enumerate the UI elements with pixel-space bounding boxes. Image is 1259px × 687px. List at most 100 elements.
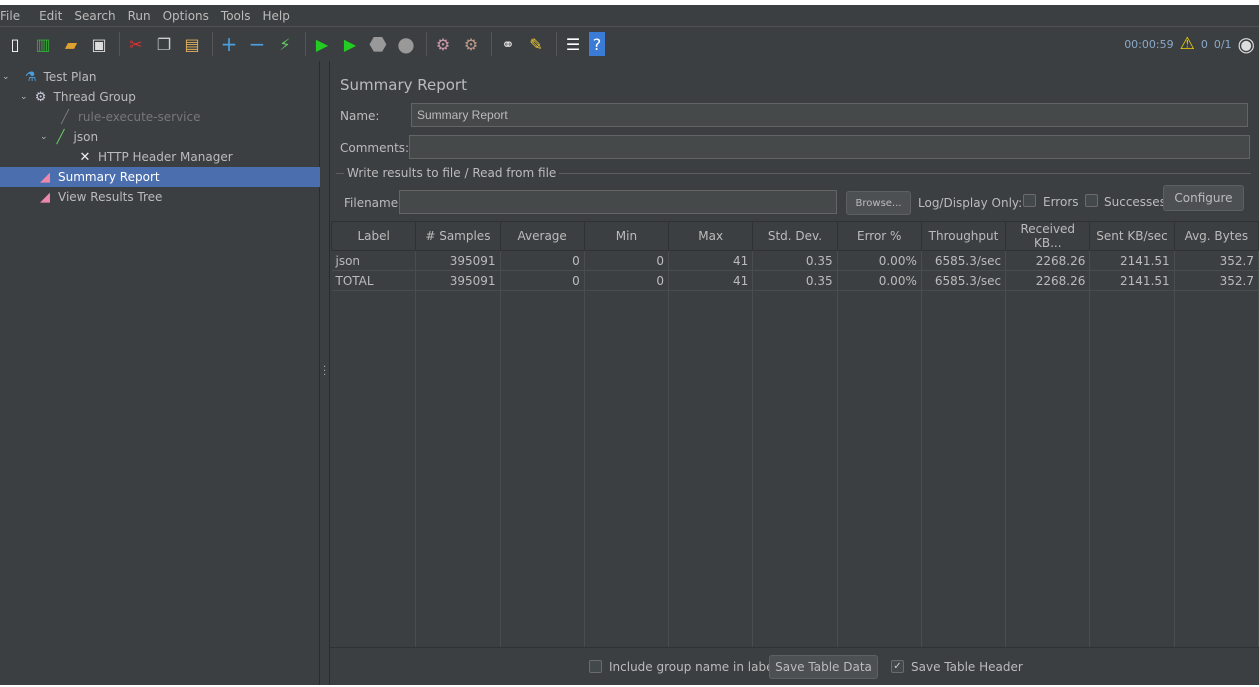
table-cell: 0: [584, 251, 668, 271]
filename-input[interactable]: [399, 190, 837, 214]
tree-node-json[interactable]: ⌄╱json: [40, 127, 98, 147]
jmeter-window: File Edit Search Run Options Tools Help …: [0, 5, 1259, 685]
expand-icon[interactable]: +: [217, 32, 241, 56]
warning-icon[interactable]: ⚠: [1180, 34, 1195, 54]
name-label: Name:: [340, 109, 379, 123]
menu-tools[interactable]: Tools: [221, 9, 258, 23]
empty-cell: [1090, 291, 1174, 648]
column-header[interactable]: Label: [332, 222, 416, 251]
menu-file[interactable]: File: [0, 9, 27, 23]
menu-options[interactable]: Options: [163, 9, 216, 23]
empty-cell: [1174, 291, 1258, 648]
chart-icon: ◢: [37, 189, 53, 205]
cut-icon[interactable]: ✂: [124, 32, 148, 56]
start-no-pauses-icon[interactable]: ▶: [338, 32, 362, 56]
function-helper-icon[interactable]: ☰: [561, 32, 585, 56]
node-label: Test Plan: [44, 70, 97, 84]
column-header[interactable]: Avg. Bytes: [1174, 222, 1258, 251]
table-cell: 0.35: [753, 251, 837, 271]
stop-icon[interactable]: ⬣: [366, 32, 390, 56]
test-plan-tree: ⌄⚗Test Plan ⌄⚙Thread Group ╱rule-execute…: [0, 61, 320, 685]
comments-input[interactable]: [409, 135, 1250, 159]
menu-run[interactable]: Run: [128, 9, 158, 23]
table-cell: 6585.3/sec: [921, 271, 1005, 291]
empty-cell: [669, 291, 753, 648]
toolbar: ▯ ▥ ▰ ▣ ✂ ❐ ▤ + − ⚡ ▶ ▶ ⬣ ● ⚙ ⚙ ⚭ ✎ ☰ ?: [0, 28, 1259, 60]
results-table: Label# SamplesAverageMinMaxStd. Dev.Erro…: [331, 221, 1259, 647]
tree-node-view-results-tree[interactable]: ◢View Results Tree: [37, 187, 162, 207]
empty-cell: [332, 291, 416, 648]
pipette-icon: ╱: [53, 129, 69, 145]
node-label: rule-execute-service: [78, 110, 200, 124]
start-icon[interactable]: ▶: [310, 32, 334, 56]
separator: [119, 32, 120, 56]
copy-icon[interactable]: ❐: [152, 32, 176, 56]
column-header[interactable]: # Samples: [416, 222, 500, 251]
table-row[interactable]: TOTAL39509100410.350.00%6585.3/sec2268.2…: [332, 271, 1259, 291]
save-table-data-button[interactable]: Save Table Data: [769, 655, 878, 679]
menu-edit[interactable]: Edit: [39, 9, 69, 23]
tree-node-summary-report[interactable]: ◢Summary Report: [0, 167, 320, 187]
clear-icon[interactable]: ⚙: [431, 32, 455, 56]
table-row[interactable]: json39509100410.350.00%6585.3/sec2268.26…: [332, 251, 1259, 271]
shutdown-icon[interactable]: ●: [394, 32, 418, 56]
table-cell: 2268.26: [1006, 251, 1090, 271]
wrench-icon: ✕: [77, 149, 93, 165]
column-header[interactable]: Throughput: [921, 222, 1005, 251]
node-label: HTTP Header Manager: [98, 150, 233, 164]
remote-status-icon[interactable]: ◉: [1238, 32, 1255, 56]
tree-node-thread-group[interactable]: ⌄⚙Thread Group: [20, 87, 136, 107]
table-header: Label# SamplesAverageMinMaxStd. Dev.Erro…: [332, 222, 1259, 251]
thread-count: 0/1: [1214, 38, 1232, 51]
help-icon[interactable]: ?: [589, 32, 605, 56]
table-cell: 0.35: [753, 271, 837, 291]
paste-icon[interactable]: ▤: [180, 32, 204, 56]
errors-label: Errors: [1043, 195, 1079, 209]
browse-button[interactable]: Browse...: [846, 191, 911, 215]
toggle-icon[interactable]: ⚡: [273, 32, 297, 56]
new-icon[interactable]: ▯: [3, 32, 27, 56]
menu-help[interactable]: Help: [262, 9, 296, 23]
column-header[interactable]: Std. Dev.: [753, 222, 837, 251]
separator: [556, 32, 557, 56]
table-cell: 0.00%: [837, 271, 921, 291]
errors-checkbox[interactable]: [1023, 194, 1036, 207]
tree-node-rule-execute-service[interactable]: ╱rule-execute-service: [57, 107, 200, 127]
table-cell: 41: [669, 271, 753, 291]
search-binoculars-icon[interactable]: ⚭: [496, 32, 520, 56]
split-pane-divider[interactable]: ···: [320, 61, 330, 685]
configure-button[interactable]: Configure: [1163, 185, 1244, 211]
column-header[interactable]: Received KB...: [1006, 222, 1090, 251]
empty-cell: [837, 291, 921, 648]
templates-icon[interactable]: ▥: [31, 32, 55, 56]
table-cell: 352.7: [1174, 271, 1258, 291]
table-cell: 2141.51: [1090, 251, 1174, 271]
open-icon[interactable]: ▰: [59, 32, 83, 56]
save-header-checkbox[interactable]: ✓: [891, 660, 904, 673]
reset-search-broom-icon[interactable]: ✎: [524, 32, 548, 56]
table-cell: 0: [584, 271, 668, 291]
menu-search[interactable]: Search: [74, 9, 122, 23]
collapse-icon[interactable]: −: [245, 32, 269, 56]
table-cell: 0.00%: [837, 251, 921, 271]
column-header[interactable]: Error %: [837, 222, 921, 251]
successes-checkbox[interactable]: [1085, 194, 1098, 207]
column-header[interactable]: Max: [669, 222, 753, 251]
table-cell: json: [332, 251, 416, 271]
clear-all-icon[interactable]: ⚙: [459, 32, 483, 56]
table-cell: 395091: [416, 271, 500, 291]
panel-title: Summary Report: [340, 76, 467, 94]
column-header[interactable]: Sent KB/sec: [1090, 222, 1174, 251]
separator: [426, 32, 427, 56]
include-group-checkbox[interactable]: [589, 660, 602, 673]
summary-report-panel: Summary Report Name: Comments: Write res…: [330, 61, 1259, 685]
save-icon[interactable]: ▣: [87, 32, 111, 56]
log-display-only-label: Log/Display Only:: [918, 196, 1022, 210]
column-header[interactable]: Min: [584, 222, 668, 251]
empty-cell: [753, 291, 837, 648]
tree-node-http-header-manager[interactable]: ✕ HTTP Header Manager: [77, 147, 233, 167]
tree-node-test-plan[interactable]: ⌄⚗Test Plan: [2, 67, 97, 87]
column-header[interactable]: Average: [500, 222, 584, 251]
flask-icon: ⚗: [23, 69, 39, 85]
name-input[interactable]: [411, 103, 1248, 127]
